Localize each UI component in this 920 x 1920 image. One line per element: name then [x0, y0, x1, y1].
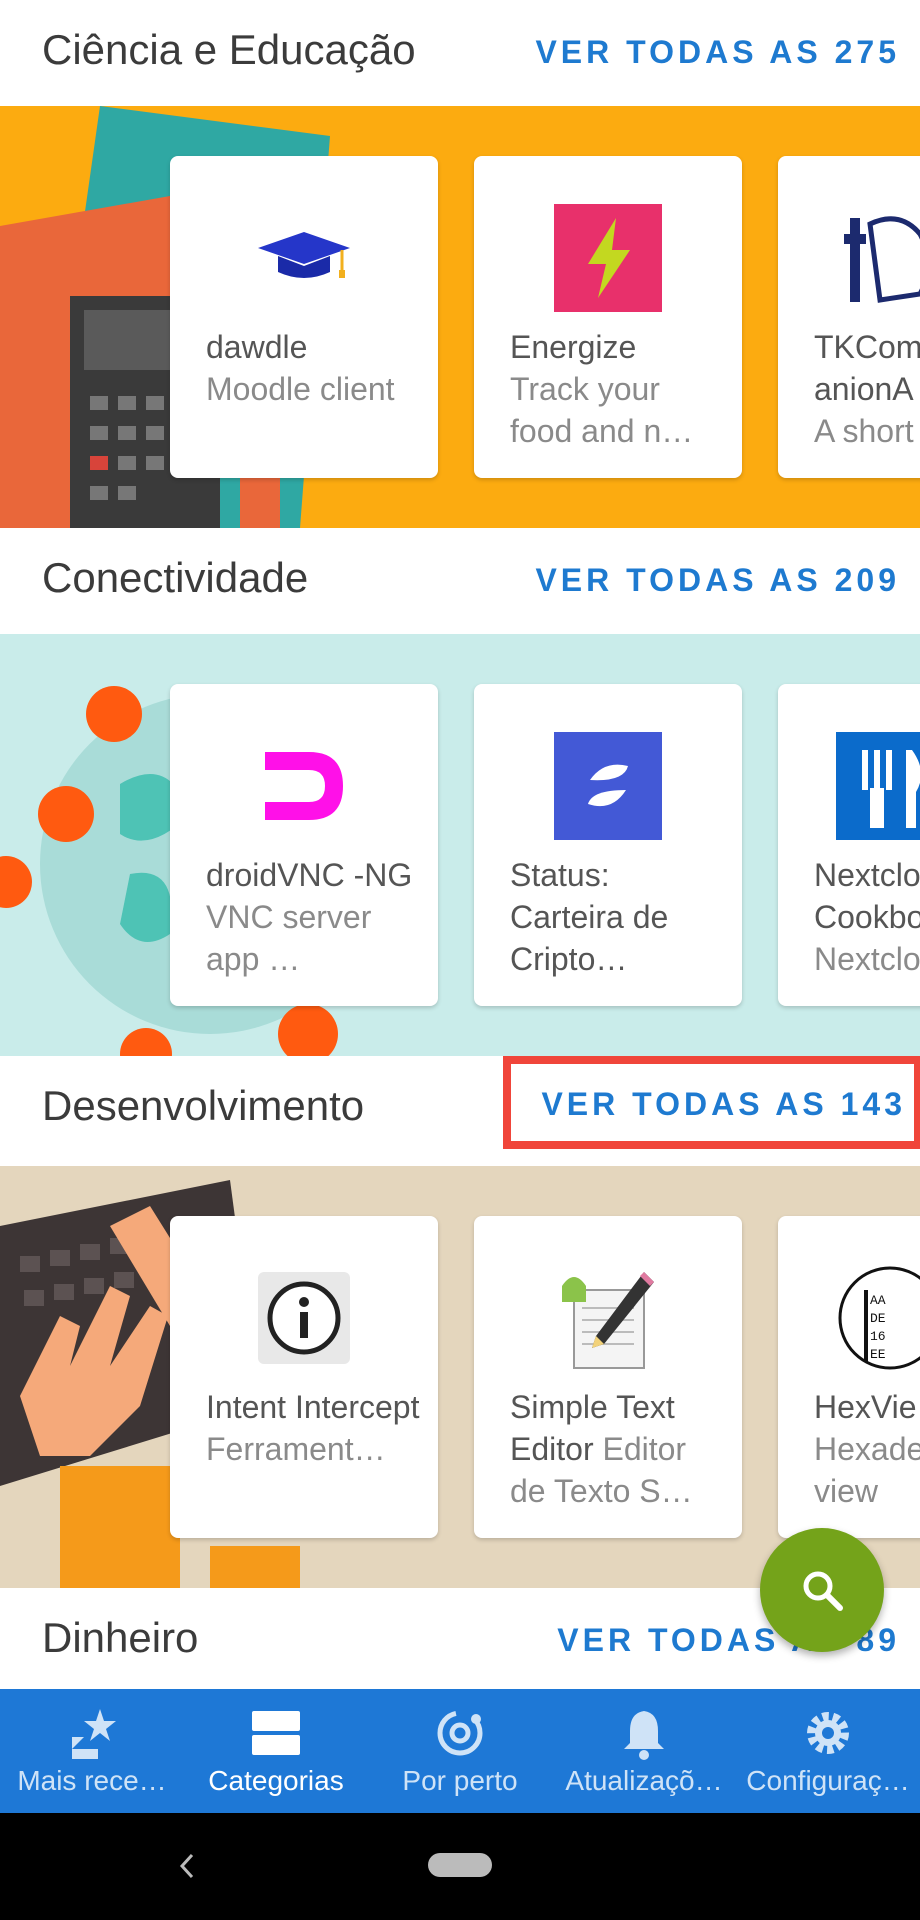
app-name: droidVNC -NG [206, 857, 413, 893]
app-name-block: Energize Track your food and n… [510, 326, 724, 452]
app-card-simple-text-editor[interactable]: Simple Text Editor Editor de Texto S… [474, 1216, 742, 1538]
category-banner: dawdle Moodle client Energize Track your f… [0, 106, 920, 528]
app-desc: Track your food and n… [510, 371, 694, 449]
nav-item-recent[interactable]: Mais rece… [0, 1689, 184, 1813]
app-name: HexVie [814, 1389, 917, 1425]
fork-knife-icon [836, 732, 920, 840]
app-desc: VNC server app … [206, 899, 372, 977]
app-card-energize[interactable]: Energize Track your food and n… [474, 156, 742, 478]
text-editor-icon [554, 1264, 662, 1372]
brain-icon [840, 204, 920, 312]
app-name-block: Nextclo Cookbo Nextclo [814, 854, 920, 980]
svg-text:16: 16 [870, 1329, 886, 1344]
hex-viewer-icon: AA DE 16 EE [836, 1264, 920, 1372]
nearby-icon [437, 1710, 483, 1756]
home-pill[interactable] [428, 1853, 492, 1877]
system-navigation-bar [0, 1813, 920, 1920]
app-name: Intent Intercept [206, 1389, 420, 1425]
see-all-link[interactable]: VER TODAS AS 209 [535, 562, 900, 599]
nav-label: Mais rece… [17, 1765, 167, 1796]
category-title: Desenvolvimento [42, 1082, 365, 1129]
nav-label: Atualizaçõ… [565, 1765, 723, 1796]
nav-item-categories[interactable]: Categorias [184, 1689, 368, 1813]
see-all-link[interactable]: VER TODAS AS 275 [535, 34, 900, 71]
svg-text:AA: AA [870, 1293, 886, 1308]
lightning-icon [554, 204, 662, 312]
categories-icon [252, 1711, 300, 1755]
search-icon [803, 1571, 843, 1611]
status-icon [554, 732, 662, 840]
nav-item-settings[interactable]: Configuraç… [736, 1689, 920, 1813]
app-card-status[interactable]: Status: Carteira de Cripto… [474, 684, 742, 1006]
section-header-ciencia: Ciência e Educação VER TODAS AS 275 [0, 0, 920, 106]
see-all-link-highlighted[interactable]: VER TODAS AS 143 [503, 1056, 920, 1149]
app-name-block: Simple Text Editor Editor de Texto S… [510, 1386, 724, 1512]
back-icon[interactable] [176, 1851, 200, 1881]
category-title: Ciência e Educação [42, 26, 416, 73]
category-banner: droidVNC -NG VNC server app … Status: Ca… [0, 634, 920, 1056]
app-desc: Ferrament… [206, 1431, 386, 1467]
svg-text:DE: DE [870, 1311, 886, 1326]
app-name-block: dawdle Moodle client [206, 326, 420, 410]
app-desc: Hexade al view [814, 1431, 920, 1509]
app-name: Status: Carteira de Cripto… [510, 857, 669, 977]
category-banner: Intent Intercept Ferrament… Simple Text E… [0, 1166, 920, 1588]
app-name-block: Status: Carteira de Cripto… [510, 854, 724, 980]
app-card-tkcompanion[interactable]: TKComp anionA A short [778, 156, 920, 478]
app-name-block: TKComp anionA A short [814, 326, 920, 452]
graduation-cap-icon [250, 204, 358, 312]
bell-icon [624, 1711, 664, 1760]
nav-label: Por perto [402, 1765, 518, 1796]
app-name: Energize [510, 329, 637, 365]
app-card-dawdle[interactable]: dawdle Moodle client [170, 156, 438, 478]
category-title: Dinheiro [42, 1614, 199, 1661]
app-name: dawdle [206, 329, 308, 365]
nav-label: Categorias [208, 1765, 344, 1796]
category-title: Conectividade [42, 554, 309, 601]
nav-item-updates[interactable]: Atualizaçõ… [552, 1689, 736, 1813]
app-name-block: HexVie Hexade al view [814, 1386, 920, 1512]
app-card-intent-intercept[interactable]: Intent Intercept Ferrament… [170, 1216, 438, 1538]
app-name-block: droidVNC -NG VNC server app … [206, 854, 420, 980]
app-name: Nextclo Cookbo [814, 857, 920, 935]
app-name-block: Intent Intercept Ferrament… [206, 1386, 420, 1470]
nav-label: Configuraç… [746, 1765, 910, 1796]
vnc-icon [250, 732, 358, 840]
info-icon [250, 1264, 358, 1372]
app-desc: A short [814, 413, 914, 449]
svg-text:EE: EE [870, 1347, 886, 1362]
app-card-hexviewer[interactable]: AA DE 16 EE HexVie Hexade al view [778, 1216, 920, 1538]
app-desc: Nextclo [814, 941, 920, 977]
app-name: TKComp anionA [814, 329, 920, 407]
app-card-droidvnc[interactable]: droidVNC -NG VNC server app … [170, 684, 438, 1006]
nav-item-nearby[interactable]: Por perto [368, 1689, 552, 1813]
app-card-nextcloud-cookbook[interactable]: Nextclo Cookbo Nextclo [778, 684, 920, 1006]
star-arrow-icon [72, 1709, 116, 1759]
app-desc: Moodle client [206, 371, 395, 407]
gear-icon [807, 1712, 849, 1754]
search-fab-button[interactable] [760, 1528, 884, 1652]
section-header-conectividade: Conectividade VER TODAS AS 209 [0, 528, 920, 634]
bottom-navigation: Mais rece… Categorias Por perto Atualiza… [0, 1689, 920, 1813]
section-header-desenvolvimento: Desenvolvimento VER TODAS AS 143 [0, 1056, 920, 1162]
